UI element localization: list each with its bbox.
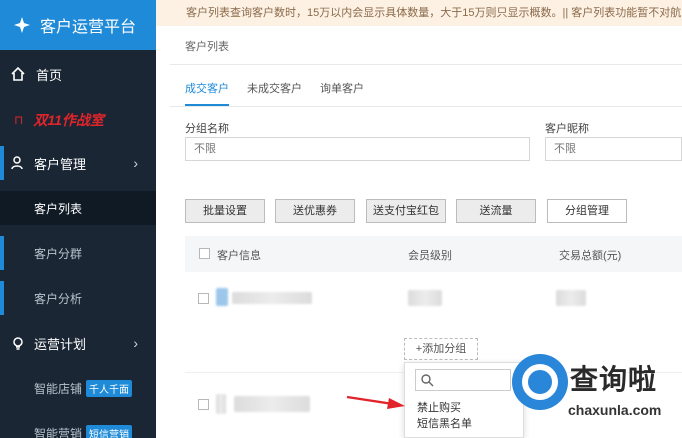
sidebar-item-label: 客户列表 <box>34 201 83 216</box>
group-option-sms-blacklist[interactable]: 短信黑名单 <box>417 415 472 431</box>
sidebar-item-customer-list[interactable]: 客户列表 <box>0 191 156 225</box>
group-name-input[interactable] <box>185 137 530 161</box>
sidebar-group-ops-plan[interactable]: 运营计划 › <box>0 326 156 360</box>
sidebar-item-smart-store[interactable]: 智能店铺 千人千面 <box>0 371 156 405</box>
column-header-total-amount: 交易总额(元) <box>559 250 622 262</box>
promo-flag-icon: ⊓ <box>14 113 24 127</box>
nickname-input[interactable] <box>545 137 682 161</box>
sidebar-item-label: 智能店铺 <box>34 381 83 396</box>
notice-banner: 客户列表查询客户数时，15万以内会显示具体数量，大于15万则只显示概数。|| 客… <box>156 0 682 26</box>
feature-badge: 短信营销 <box>86 424 133 438</box>
tab-inquiry-customers[interactable]: 询单客户 <box>320 80 364 106</box>
watermark-url: chaxunla.com <box>568 402 662 418</box>
row-checkbox[interactable] <box>198 293 209 304</box>
home-icon <box>11 66 25 81</box>
sidebar-item-label: 首页 <box>36 67 63 83</box>
sidebar-group-label: 运营计划 <box>34 336 87 352</box>
app-logo-icon <box>14 17 30 33</box>
sidebar-item-label: 客户分析 <box>34 291 83 306</box>
sidebar-group-customer-mgmt[interactable]: 客户管理 › <box>0 146 156 180</box>
avatar <box>216 394 226 414</box>
group-search-input[interactable] <box>415 369 511 391</box>
tab-bar: 成交客户 未成交客户 询单客户 <box>185 80 382 106</box>
blurred-customer-name <box>234 396 310 412</box>
group-management-button[interactable]: 分组管理 <box>547 199 627 223</box>
group-name-label: 分组名称 <box>185 123 229 135</box>
watermark-logo-ring <box>522 364 558 400</box>
tab-closed-customers[interactable]: 成交客户 <box>185 80 229 106</box>
page-title: 客户列表 <box>185 41 229 53</box>
app-title: 客户运营平台 <box>40 19 137 36</box>
send-traffic-button[interactable]: 送流量 <box>456 199 536 223</box>
red-arrow-annotation <box>346 395 405 409</box>
sidebar-item-promo[interactable]: ⊓ 双11作战室 <box>0 106 156 134</box>
sidebar-group-label: 客户管理 <box>34 156 87 172</box>
watermark: 查询啦 chaxunla.com <box>508 350 682 438</box>
nickname-label: 客户昵称 <box>545 123 589 135</box>
group-dropdown: 禁止购买 短信黑名单 <box>404 362 524 438</box>
select-all-checkbox[interactable] <box>199 248 210 259</box>
sidebar-item-customer-segment[interactable]: 客户分群 <box>0 236 156 270</box>
blurred-member-level <box>408 290 442 306</box>
sidebar-item-label: 双11作战室 <box>33 112 104 128</box>
sidebar-item-label: 智能营销 <box>34 426 83 438</box>
chevron-right-icon: › <box>133 335 138 351</box>
blurred-amount <box>556 290 586 306</box>
divider <box>170 64 682 65</box>
chevron-right-icon: › <box>133 155 138 171</box>
column-header-customer-info: 客户信息 <box>217 250 261 262</box>
send-coupon-button[interactable]: 送优惠券 <box>275 199 355 223</box>
user-icon <box>11 156 23 170</box>
tab-unclosed-customers[interactable]: 未成交客户 <box>247 80 302 106</box>
sidebar-item-home[interactable]: 首页 <box>0 58 156 90</box>
blurred-customer-name <box>232 292 312 304</box>
send-alipay-redpacket-button[interactable]: 送支付宝红包 <box>366 199 446 223</box>
avatar <box>216 288 228 306</box>
add-group-button[interactable]: +添加分组 <box>404 338 478 360</box>
column-header-member-level: 会员级别 <box>408 250 452 262</box>
watermark-title: 查询啦 <box>570 364 658 395</box>
batch-settings-button[interactable]: 批量设置 <box>185 199 265 223</box>
search-icon <box>421 374 434 387</box>
row-checkbox[interactable] <box>198 399 209 410</box>
sidebar-item-customer-analysis[interactable]: 客户分析 <box>0 281 156 315</box>
sidebar: 客户运营平台 首页 ⊓ 双11作战室 客户管理 › 客户列表 客户分群 客户分析… <box>0 0 156 438</box>
table-header: 客户信息 会员级别 交易总额(元) <box>185 236 682 272</box>
sidebar-item-smart-marketing[interactable]: 智能营销 短信营销 <box>0 416 156 438</box>
lightbulb-icon <box>13 337 23 350</box>
sidebar-item-label: 客户分群 <box>34 246 83 261</box>
app-logo[interactable]: 客户运营平台 <box>0 0 156 50</box>
feature-badge: 千人千面 <box>86 379 133 397</box>
group-option-forbid-purchase[interactable]: 禁止购买 <box>417 399 461 415</box>
divider <box>170 106 682 107</box>
